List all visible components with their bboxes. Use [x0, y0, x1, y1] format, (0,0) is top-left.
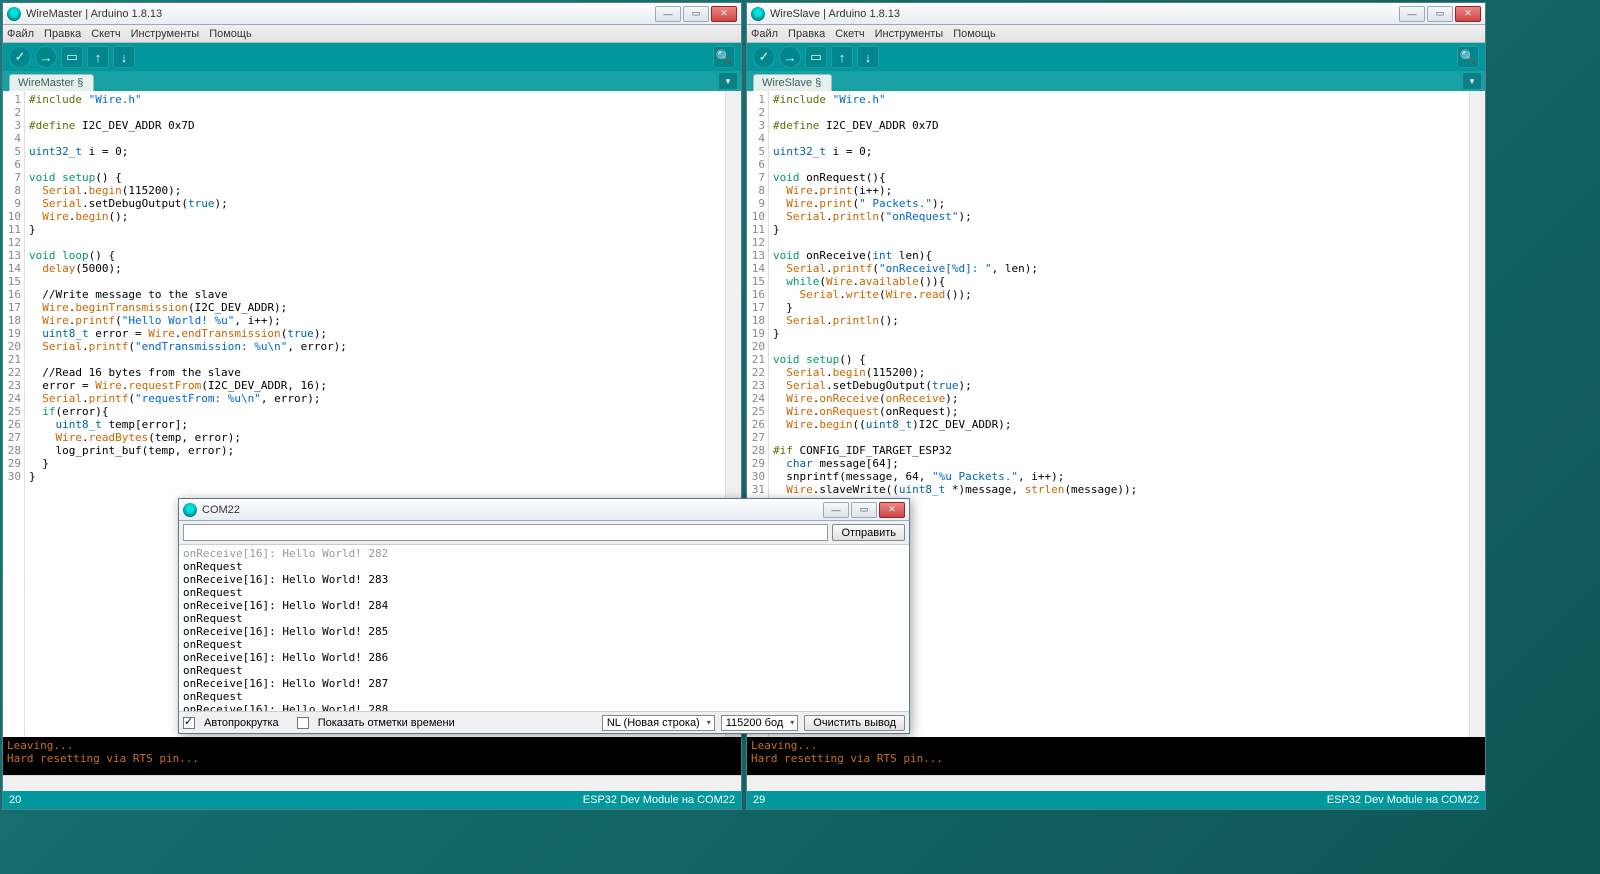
clear-output-button[interactable]: Очистить вывод	[804, 715, 905, 731]
menu-tools[interactable]: Инструменты	[131, 28, 200, 40]
maximize-button[interactable]: ▭	[851, 502, 877, 518]
serial-monitor: COM22 — ▭ ✕ Отправить onReceive[16]: Hel…	[178, 498, 910, 734]
baud-select[interactable]: 115200 бод	[721, 715, 799, 731]
menu-file[interactable]: Файл	[751, 28, 778, 40]
status-board: ESP32 Dev Module на COM22	[1327, 794, 1479, 806]
toolbar: ✓ → ▭ ↑ ↓ 🔍	[3, 43, 741, 71]
minimize-button[interactable]: —	[655, 6, 681, 22]
titlebar[interactable]: WireSlave | Arduino 1.8.13 — ▭ ✕	[747, 3, 1485, 25]
menu-edit[interactable]: Правка	[44, 28, 81, 40]
console: Leaving... Hard resetting via RTS pin...	[3, 737, 741, 775]
autoscroll-checkbox[interactable]	[183, 717, 195, 729]
timestamps-label: Показать отметки времени	[318, 717, 455, 729]
console: Leaving... Hard resetting via RTS pin...	[747, 737, 1485, 775]
titlebar[interactable]: WireMaster | Arduino 1.8.13 — ▭ ✕	[3, 3, 741, 25]
serial-input[interactable]	[183, 524, 828, 541]
save-button[interactable]: ↓	[113, 46, 135, 68]
horizontal-scrollbar[interactable]	[3, 775, 741, 791]
tab-dropdown[interactable]: ▾	[1463, 73, 1481, 89]
serial-send-button[interactable]: Отправить	[832, 524, 905, 541]
maximize-button[interactable]: ▭	[683, 6, 709, 22]
serial-bottom-bar: Автопрокрутка Показать отметки времени N…	[179, 711, 909, 733]
open-button[interactable]: ↑	[87, 46, 109, 68]
tabbar: WireSlave § ▾	[747, 71, 1485, 91]
upload-button[interactable]: →	[35, 46, 57, 68]
line-ending-select[interactable]: NL (Новая строка)	[602, 715, 715, 731]
upload-button[interactable]: →	[779, 46, 801, 68]
horizontal-scrollbar[interactable]	[747, 775, 1485, 791]
statusbar: 20 ESP32 Dev Module на COM22	[3, 791, 741, 809]
menu-help[interactable]: Помощь	[953, 28, 996, 40]
tab-wireslave[interactable]: WireSlave §	[753, 74, 832, 91]
menu-sketch[interactable]: Скетч	[835, 28, 864, 40]
menubar: Файл Правка Скетч Инструменты Помощь	[747, 25, 1485, 43]
menu-sketch[interactable]: Скетч	[91, 28, 120, 40]
arduino-icon	[7, 7, 21, 21]
arduino-icon	[183, 503, 197, 517]
vertical-scrollbar[interactable]	[1469, 91, 1485, 737]
maximize-button[interactable]: ▭	[1427, 6, 1453, 22]
verify-button[interactable]: ✓	[753, 46, 775, 68]
title-text: WireSlave | Arduino 1.8.13	[770, 8, 1399, 20]
serial-monitor-button[interactable]: 🔍	[713, 46, 735, 68]
menu-tools[interactable]: Инструменты	[875, 28, 944, 40]
serial-output[interactable]: onReceive[16]: Hello World! 282onRequest…	[179, 545, 909, 711]
line-gutter: 1234567891011121314151617181920212223242…	[3, 91, 25, 737]
new-button[interactable]: ▭	[61, 46, 83, 68]
menu-edit[interactable]: Правка	[788, 28, 825, 40]
status-board: ESP32 Dev Module на COM22	[583, 794, 735, 806]
status-line: 20	[9, 794, 21, 806]
menu-help[interactable]: Помощь	[209, 28, 252, 40]
open-button[interactable]: ↑	[831, 46, 853, 68]
new-button[interactable]: ▭	[805, 46, 827, 68]
menu-file[interactable]: Файл	[7, 28, 34, 40]
title-text: COM22	[202, 504, 823, 516]
menubar: Файл Правка Скетч Инструменты Помощь	[3, 25, 741, 43]
save-button[interactable]: ↓	[857, 46, 879, 68]
statusbar: 29 ESP32 Dev Module на COM22	[747, 791, 1485, 809]
close-button[interactable]: ✕	[879, 502, 905, 518]
serial-monitor-button[interactable]: 🔍	[1457, 46, 1479, 68]
close-button[interactable]: ✕	[711, 6, 737, 22]
tab-dropdown[interactable]: ▾	[719, 73, 737, 89]
timestamps-checkbox[interactable]	[297, 717, 309, 729]
tab-wiremaster[interactable]: WireMaster §	[9, 74, 94, 91]
status-line: 29	[753, 794, 765, 806]
autoscroll-label: Автопрокрутка	[204, 717, 279, 729]
arduino-icon	[751, 7, 765, 21]
serial-send-bar: Отправить	[179, 521, 909, 545]
close-button[interactable]: ✕	[1455, 6, 1481, 22]
minimize-button[interactable]: —	[823, 502, 849, 518]
title-text: WireMaster | Arduino 1.8.13	[26, 8, 655, 20]
toolbar: ✓ → ▭ ↑ ↓ 🔍	[747, 43, 1485, 71]
verify-button[interactable]: ✓	[9, 46, 31, 68]
tabbar: WireMaster § ▾	[3, 71, 741, 91]
minimize-button[interactable]: —	[1399, 6, 1425, 22]
titlebar[interactable]: COM22 — ▭ ✕	[179, 499, 909, 521]
